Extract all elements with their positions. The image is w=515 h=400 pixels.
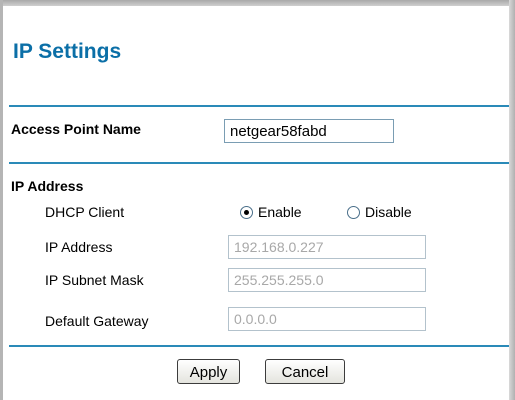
divider-top — [9, 105, 509, 107]
window-left-border — [0, 0, 3, 400]
access-point-name-input[interactable] — [224, 119, 394, 143]
ip-address-section-label: IP Address — [11, 178, 84, 194]
ip-address-label: IP Address — [45, 239, 113, 255]
ip-address-input[interactable] — [228, 235, 426, 259]
dhcp-disable-label: Disable — [365, 204, 412, 220]
radio-unselected-icon — [347, 205, 360, 219]
default-gateway-input[interactable] — [228, 307, 426, 331]
dhcp-enable-label: Enable — [258, 204, 302, 220]
default-gateway-label: Default Gateway — [45, 313, 149, 329]
page-title: IP Settings — [13, 40, 122, 63]
dhcp-client-label: DHCP Client — [45, 204, 125, 220]
subnet-mask-input[interactable] — [228, 268, 426, 292]
window-right-border — [509, 0, 515, 400]
dhcp-disable-radio[interactable]: Disable — [347, 204, 412, 220]
apply-button[interactable]: Apply — [177, 359, 240, 384]
dhcp-enable-radio[interactable]: Enable — [240, 204, 302, 220]
divider-middle — [9, 162, 509, 164]
access-point-name-label: Access Point Name — [11, 121, 141, 137]
divider-bottom — [9, 345, 509, 347]
window-top-border — [0, 0, 515, 6]
radio-selected-icon — [240, 205, 253, 219]
cancel-button[interactable]: Cancel — [265, 359, 345, 384]
subnet-mask-label: IP Subnet Mask — [45, 272, 144, 288]
